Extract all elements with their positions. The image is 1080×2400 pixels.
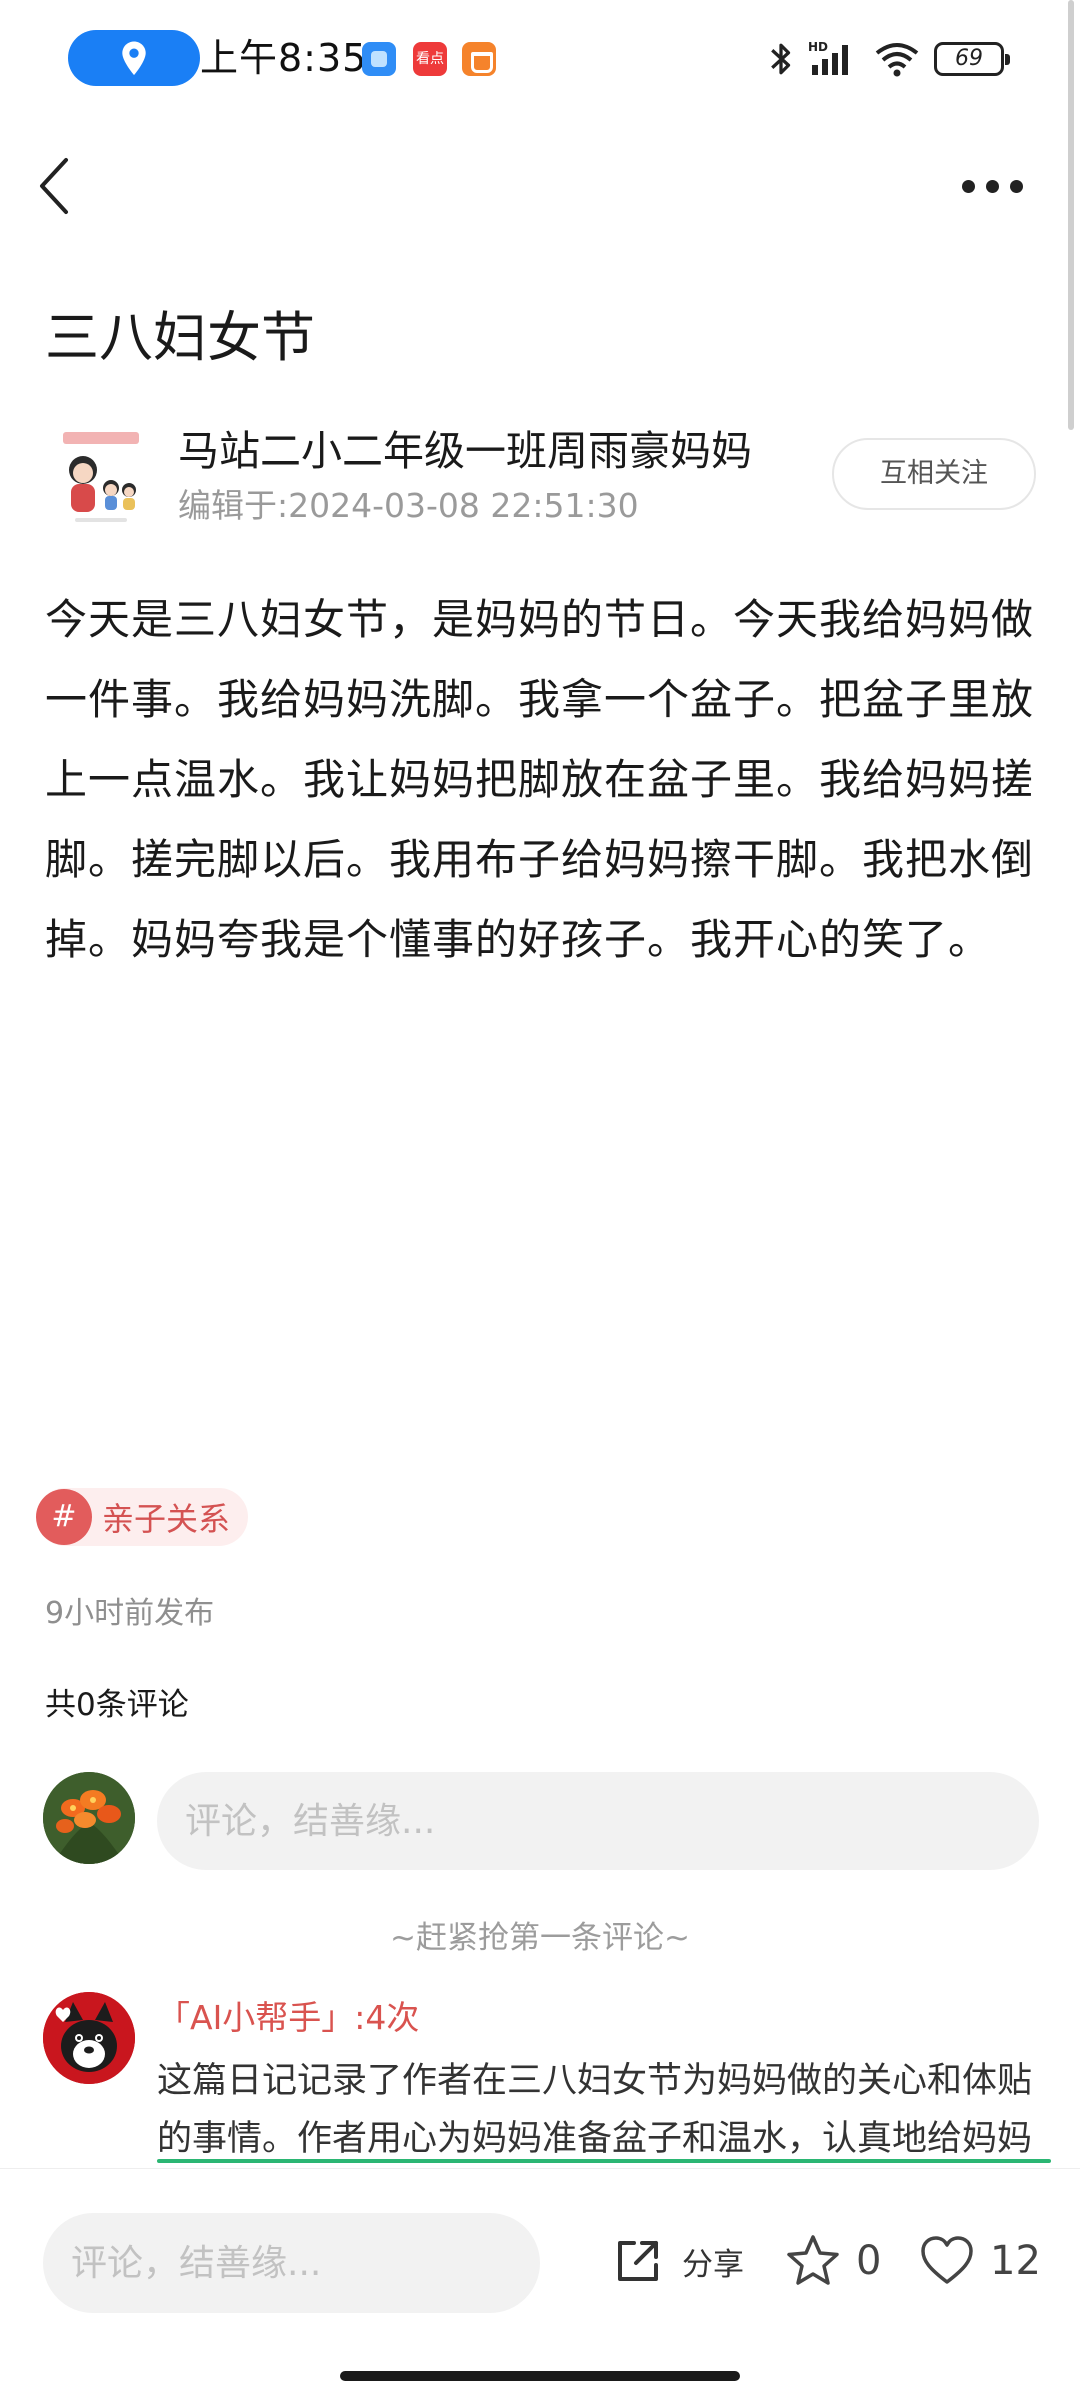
author-avatar-illustration-icon: [45, 418, 157, 530]
ai-helper-avatar[interactable]: [43, 1992, 135, 2084]
publish-time: 9小时前发布: [45, 1596, 215, 1631]
wifi-icon: [875, 43, 919, 77]
app-notification-icon: [362, 42, 396, 76]
share-icon: [618, 2241, 658, 2281]
like-button[interactable]: 12: [918, 2221, 1041, 2301]
author-avatar[interactable]: [45, 418, 157, 530]
more-dot: [961, 179, 975, 193]
topic-tag[interactable]: # 亲子关系: [36, 1488, 249, 1546]
location-indicator[interactable]: [68, 30, 200, 86]
topic-tag-label: 亲子关系: [102, 1500, 231, 1538]
status-bar: 上午8:35 看点 HD 69: [0, 0, 1080, 118]
scrollbar[interactable]: [1068, 0, 1074, 430]
more-dot: [1009, 179, 1023, 193]
flower-avatar-icon: [43, 1772, 135, 1864]
bottom-action-bar: 分享 0 12: [0, 2168, 1080, 2400]
current-user-avatar[interactable]: [43, 1772, 135, 1864]
status-time: 上午8:35: [200, 36, 368, 80]
shopping-bag-icon: [462, 42, 496, 76]
chevron-left-icon: [40, 158, 68, 214]
home-indicator[interactable]: [340, 2371, 740, 2381]
back-button[interactable]: [30, 150, 82, 222]
article-title: 三八妇女节: [45, 306, 315, 369]
ai-helper-name[interactable]: 「AI小帮手」:4次: [157, 1994, 419, 2042]
highlight-underline: [157, 2159, 1051, 2163]
bluetooth-icon: [771, 43, 791, 75]
battery-indicator: 69: [934, 42, 1010, 76]
share-label: 分享: [682, 2246, 744, 2283]
bottom-comment-input[interactable]: [43, 2213, 540, 2313]
favorite-button[interactable]: 0: [784, 2221, 881, 2301]
cellular-signal-icon: HD: [808, 40, 848, 75]
system-indicators: HD 69: [768, 34, 1010, 84]
hashtag-icon: #: [36, 1489, 92, 1545]
ai-helper-comment-text: 这篇日记记录了作者在三八妇女节为妈妈做的关心和体贴的事情。作者用心为妈妈准备盆子…: [157, 2061, 1033, 2159]
heart-icon: [921, 2236, 973, 2284]
dog-mascot-icon: [43, 1992, 135, 2084]
more-dot: [985, 179, 999, 193]
location-pin-icon: [122, 41, 146, 76]
like-count: 12: [990, 2238, 1041, 2284]
article-body: 今天是三八妇女节，是妈妈的节日。今天我给妈妈做一件事。我给妈妈洗脚。我拿一个盆子…: [45, 595, 1035, 964]
author-name[interactable]: 马站二小二年级一班周雨豪妈妈: [178, 422, 752, 480]
favorite-count: 0: [856, 2238, 882, 2284]
news-app-icon: 看点: [413, 42, 447, 76]
more-options-button[interactable]: [952, 160, 1032, 212]
star-icon: [787, 2235, 839, 2285]
follow-button[interactable]: 互相关注: [832, 438, 1036, 510]
edit-time: 编辑于:2024-03-08 22:51:30: [178, 486, 639, 525]
share-button[interactable]: 分享: [612, 2221, 744, 2301]
network-type-text: HD: [808, 40, 828, 54]
first-comment-hint: ~赶紧抢第一条评论~: [390, 1920, 690, 1956]
comment-input[interactable]: [157, 1772, 1039, 1870]
comment-count: 共0条评论: [45, 1687, 189, 1723]
